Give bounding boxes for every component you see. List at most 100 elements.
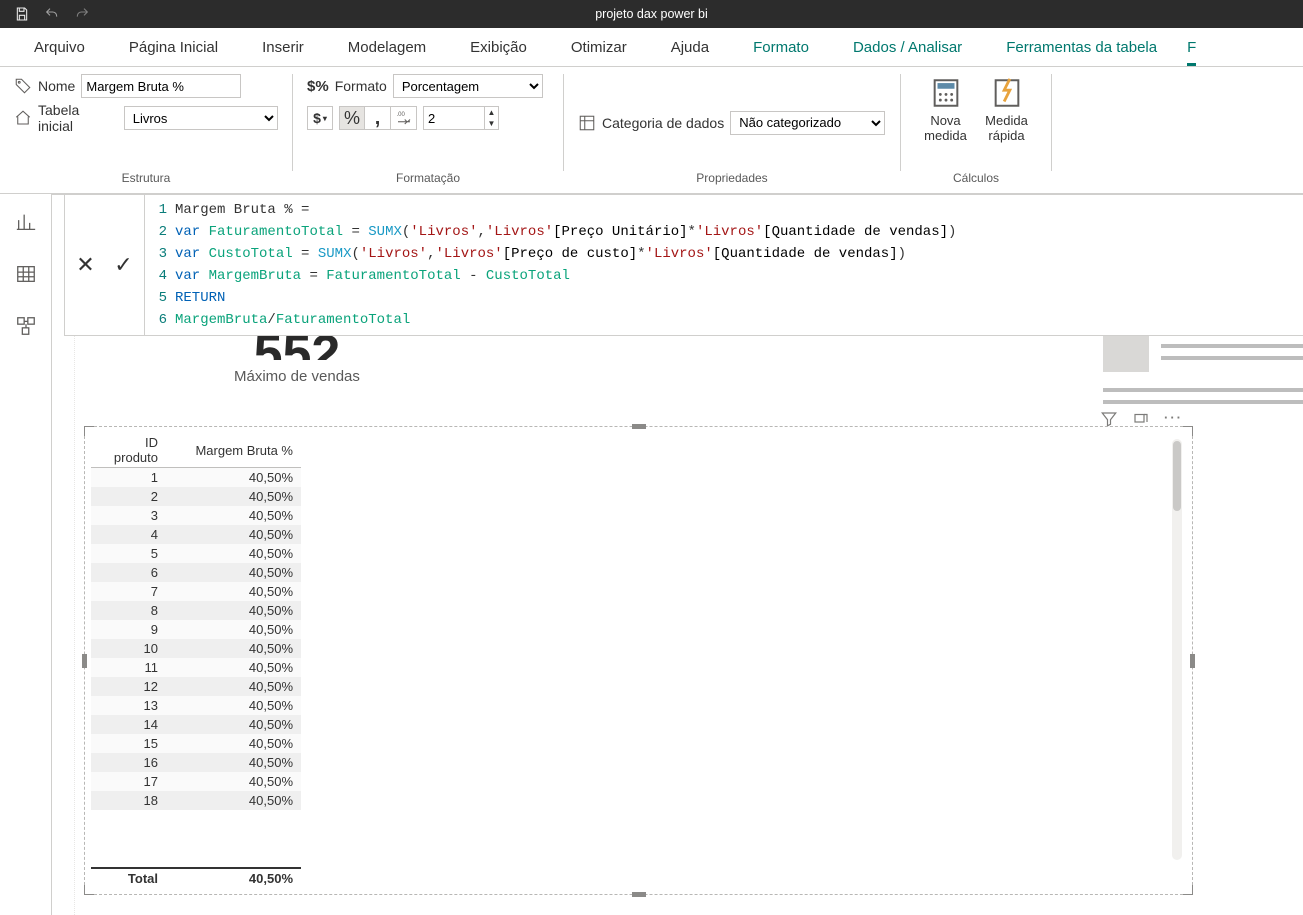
table-row[interactable]: 940,50% bbox=[91, 620, 301, 639]
view-rail bbox=[0, 194, 52, 915]
decimal-shift-button[interactable]: .00 bbox=[391, 106, 417, 130]
table-row[interactable]: 340,50% bbox=[91, 506, 301, 525]
tab-formato[interactable]: Formato bbox=[731, 28, 831, 66]
tab-inserir[interactable]: Inserir bbox=[240, 28, 326, 66]
currency-toggle[interactable]: $▾ bbox=[307, 106, 333, 130]
percent-button[interactable]: % bbox=[339, 106, 365, 130]
undo-icon[interactable] bbox=[44, 6, 60, 22]
tabela-inicial-label: Tabela inicial bbox=[38, 102, 118, 134]
cell-id: 18 bbox=[91, 791, 166, 810]
cell-id: 12 bbox=[91, 677, 166, 696]
cell-id: 7 bbox=[91, 582, 166, 601]
cell-value: 40,50% bbox=[166, 544, 301, 563]
total-value: 40,50% bbox=[166, 871, 301, 886]
tab-exibicao[interactable]: Exibição bbox=[448, 28, 549, 66]
table-scrollbar[interactable] bbox=[1172, 439, 1182, 860]
cell-value: 40,50% bbox=[166, 715, 301, 734]
quick-access bbox=[0, 6, 90, 22]
table-scroll[interactable]: ID produto Margem Bruta % 140,50%240,50%… bbox=[91, 433, 301, 866]
group-formatacao-label: Formatação bbox=[307, 171, 549, 191]
category-icon bbox=[578, 114, 596, 132]
thousands-button[interactable]: , bbox=[365, 106, 391, 130]
cell-value: 40,50% bbox=[166, 582, 301, 601]
tab-modelagem[interactable]: Modelagem bbox=[326, 28, 448, 66]
decimals-spinner[interactable]: ▲▼ bbox=[423, 106, 499, 130]
formula-line: 3var CustoTotal = SUMX('Livros','Livros'… bbox=[145, 243, 1303, 265]
cell-id: 13 bbox=[91, 696, 166, 715]
svg-text:.00: .00 bbox=[396, 112, 405, 118]
tab-pagina-inicial[interactable]: Página Inicial bbox=[107, 28, 240, 66]
decimals-input[interactable] bbox=[424, 107, 484, 129]
resize-handle-bottom[interactable] bbox=[632, 892, 646, 897]
dollar-button[interactable]: $▾ bbox=[307, 106, 333, 130]
number-format-seg: % , .00 bbox=[339, 106, 417, 130]
cell-value: 40,50% bbox=[166, 753, 301, 772]
cell-value: 40,50% bbox=[166, 601, 301, 620]
cell-id: 16 bbox=[91, 753, 166, 772]
col-id-produto[interactable]: ID produto bbox=[91, 433, 166, 468]
categoria-label: Categoria de dados bbox=[602, 115, 724, 131]
ribbon-tabs: Arquivo Página Inicial Inserir Modelagem… bbox=[0, 28, 1303, 66]
col-margem-bruta[interactable]: Margem Bruta % bbox=[166, 433, 301, 468]
table-visual[interactable]: ID produto Margem Bruta % 140,50%240,50%… bbox=[84, 426, 1193, 895]
table-row[interactable]: 1640,50% bbox=[91, 753, 301, 772]
cell-id: 6 bbox=[91, 563, 166, 582]
tab-extra[interactable]: F bbox=[1179, 28, 1204, 66]
resize-handle-right[interactable] bbox=[1190, 654, 1195, 668]
formula-line: 6MargemBruta/FaturamentoTotal bbox=[145, 309, 1303, 331]
cell-value: 40,50% bbox=[166, 639, 301, 658]
table-row[interactable]: 140,50% bbox=[91, 468, 301, 488]
categoria-select[interactable]: Não categorizado bbox=[730, 111, 885, 135]
total-label: Total bbox=[91, 871, 166, 886]
kpi-card[interactable]: 552 Máximo de vendas bbox=[234, 334, 360, 385]
data-table: ID produto Margem Bruta % 140,50%240,50%… bbox=[91, 433, 301, 810]
formula-line: 4var MargemBruta = FaturamentoTotal - Cu… bbox=[145, 265, 1303, 287]
cell-id: 5 bbox=[91, 544, 166, 563]
redo-icon[interactable] bbox=[74, 6, 90, 22]
medida-rapida-button[interactable]: Medida rápida bbox=[976, 74, 1037, 144]
tab-arquivo[interactable]: Arquivo bbox=[12, 28, 107, 66]
table-row[interactable]: 1240,50% bbox=[91, 677, 301, 696]
table-row[interactable]: 1540,50% bbox=[91, 734, 301, 753]
formula-bar[interactable]: ✕ ✓ 1Margem Bruta % =2var FaturamentoTot… bbox=[64, 194, 1303, 336]
resize-handle-left[interactable] bbox=[82, 654, 87, 668]
table-row[interactable]: 440,50% bbox=[91, 525, 301, 544]
data-view-button[interactable] bbox=[6, 254, 46, 294]
spin-up[interactable]: ▲ bbox=[485, 107, 498, 118]
formula-editor[interactable]: 1Margem Bruta % =2var FaturamentoTotal =… bbox=[145, 195, 1303, 335]
table-row[interactable]: 1440,50% bbox=[91, 715, 301, 734]
cell-id: 10 bbox=[91, 639, 166, 658]
table-row[interactable]: 740,50% bbox=[91, 582, 301, 601]
nome-input[interactable] bbox=[81, 74, 241, 98]
nova-medida-button[interactable]: Nova medida bbox=[915, 74, 976, 144]
cell-value: 40,50% bbox=[166, 658, 301, 677]
formato-select[interactable]: Porcentagem bbox=[393, 74, 543, 98]
report-view-button[interactable] bbox=[6, 202, 46, 242]
save-icon[interactable] bbox=[14, 6, 30, 22]
cell-value: 40,50% bbox=[166, 506, 301, 525]
cell-value: 40,50% bbox=[166, 734, 301, 753]
table-row[interactable]: 1740,50% bbox=[91, 772, 301, 791]
model-view-button[interactable] bbox=[6, 306, 46, 346]
work-area: 552 Máximo de vendas ··· bbox=[52, 194, 1303, 915]
table-row[interactable]: 1040,50% bbox=[91, 639, 301, 658]
cell-value: 40,50% bbox=[166, 791, 301, 810]
table-row[interactable]: 240,50% bbox=[91, 487, 301, 506]
formula-line: 1Margem Bruta % = bbox=[145, 199, 1303, 221]
tabela-inicial-select[interactable]: Livros bbox=[124, 106, 278, 130]
table-row[interactable]: 1340,50% bbox=[91, 696, 301, 715]
tab-dados-analisar[interactable]: Dados / Analisar bbox=[831, 28, 984, 66]
tab-otimizar[interactable]: Otimizar bbox=[549, 28, 649, 66]
spin-down[interactable]: ▼ bbox=[485, 118, 498, 129]
table-row[interactable]: 1840,50% bbox=[91, 791, 301, 810]
cancel-formula-button[interactable]: ✕ bbox=[70, 247, 102, 283]
cell-value: 40,50% bbox=[166, 772, 301, 791]
tab-ajuda[interactable]: Ajuda bbox=[649, 28, 731, 66]
tab-ferramentas-tabela[interactable]: Ferramentas da tabela bbox=[984, 28, 1179, 66]
table-row[interactable]: 840,50% bbox=[91, 601, 301, 620]
commit-formula-button[interactable]: ✓ bbox=[108, 247, 140, 283]
table-row[interactable]: 640,50% bbox=[91, 563, 301, 582]
table-row[interactable]: 540,50% bbox=[91, 544, 301, 563]
table-row[interactable]: 1140,50% bbox=[91, 658, 301, 677]
resize-handle-top[interactable] bbox=[632, 424, 646, 429]
